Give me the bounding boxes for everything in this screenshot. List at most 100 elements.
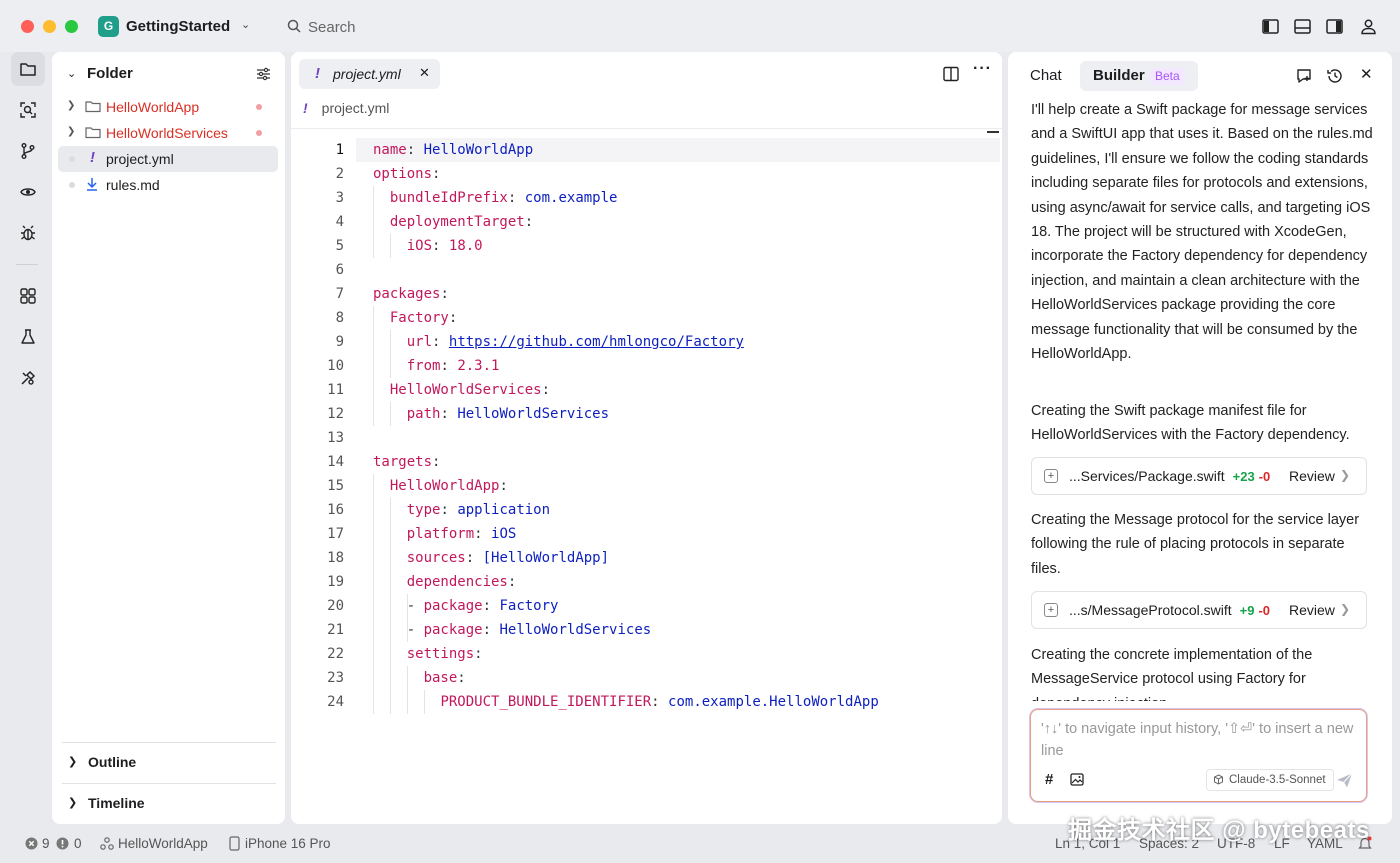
review-button[interactable]: Review	[1289, 468, 1335, 484]
warning-count[interactable]: 0	[74, 836, 82, 851]
toggle-bottom-panel-icon[interactable]	[1294, 18, 1311, 35]
code-text: type: application	[406, 502, 551, 518]
testing-button[interactable]	[11, 320, 45, 354]
editor-panel: ! project.yml ✕ ··· ! project.yml 1 name: …	[291, 52, 1002, 824]
tree-item-project-yml[interactable]: ! project.yml	[58, 146, 278, 172]
hash-context-icon[interactable]: #	[1045, 771, 1053, 788]
code-text: from: 2.3.1	[406, 358, 500, 374]
code-line[interactable]: 10 from: 2.3.1	[291, 354, 1002, 378]
chevron-down-icon[interactable]: ⌄	[241, 18, 250, 31]
expand-icon[interactable]: +	[1044, 469, 1058, 483]
line-number: 19	[327, 574, 344, 590]
code-line[interactable]: 24 PRODUCT_BUNDLE_IDENTIFIER: com.exampl…	[291, 690, 1002, 714]
search-view-button[interactable]	[11, 93, 45, 127]
new-chat-icon[interactable]	[1295, 67, 1313, 85]
device-name[interactable]: iPhone 16 Pro	[245, 836, 331, 851]
image-attach-icon[interactable]	[1070, 773, 1084, 786]
expand-icon[interactable]: +	[1044, 603, 1058, 617]
code-line[interactable]: 19 dependencies:	[291, 570, 1002, 594]
close-window-button[interactable]	[21, 20, 34, 33]
minimize-window-button[interactable]	[43, 20, 56, 33]
chat-input[interactable]: '↑↓' to navigate input history, '⇧⏎' to …	[1030, 709, 1367, 802]
source-control-button[interactable]	[11, 134, 45, 168]
model-selector[interactable]: Claude-3.5-Sonnet	[1206, 769, 1334, 791]
tab-builder-label: Builder	[1093, 67, 1145, 84]
code-line[interactable]: 5 iOS: 18.0	[291, 234, 1002, 258]
code-line[interactable]: 11 HelloWorldServices:	[291, 378, 1002, 402]
yaml-key: type	[406, 502, 441, 518]
code-line[interactable]: 16 type: application	[291, 498, 1002, 522]
timeline-section[interactable]: ❯ Timeline	[62, 783, 276, 823]
scheme-name[interactable]: HelloWorldApp	[118, 836, 208, 851]
chevron-right-icon: ❯	[1340, 468, 1351, 482]
code-text: packages:	[373, 286, 449, 302]
explorer-header[interactable]: Folder	[87, 65, 133, 82]
search-field[interactable]: Search	[308, 19, 356, 36]
file-diff-card[interactable]: + ...Services/Package.swift +23 -0 Review …	[1031, 457, 1367, 495]
tree-item-helloworldservices[interactable]: ❯ HelloWorldServices	[58, 120, 278, 146]
code-line[interactable]: 18 sources: [HelloWorldApp]	[291, 546, 1002, 570]
code-line[interactable]: 23 base:	[291, 666, 1002, 690]
explorer-panel: ⌄ Folder ❯ HelloWorldApp ❯ HelloWorldSer…	[52, 52, 285, 824]
breadcrumb: ! project.yml	[303, 100, 389, 116]
code-area[interactable]: 1 name: HelloWorldApp 2 options: 3 bundleIdP…	[291, 138, 1002, 714]
outline-section[interactable]: ❯ Outline	[62, 742, 276, 782]
extensions-button[interactable]	[11, 279, 45, 313]
chat-message: Creating the Message protocol for the se…	[1031, 512, 1360, 577]
code-line[interactable]: 15 HelloWorldApp:	[291, 474, 1002, 498]
code-line[interactable]: 20 - package: Factory	[291, 594, 1002, 618]
code-line[interactable]: 2 options:	[291, 162, 1002, 186]
code-line[interactable]: 13	[291, 426, 1002, 450]
cube-icon	[1214, 774, 1223, 785]
code-line[interactable]: 9 url: https://github.com/hmlongco/Facto…	[291, 330, 1002, 354]
code-line[interactable]: 4 deploymentTarget:	[291, 210, 1002, 234]
tools-button[interactable]	[11, 361, 45, 395]
close-icon[interactable]: ✕	[1360, 65, 1373, 83]
line-number: 17	[327, 526, 344, 542]
code-line[interactable]: 8 Factory:	[291, 306, 1002, 330]
yaml-key: options	[373, 166, 433, 182]
bug-icon	[21, 225, 35, 241]
code-line[interactable]: 1 name: HelloWorldApp	[291, 138, 1002, 162]
yaml-key: platform	[406, 526, 475, 542]
code-line[interactable]: 3 bundleIdPrefix: com.example	[291, 186, 1002, 210]
debug-button[interactable]	[11, 216, 45, 250]
project-name[interactable]: GettingStarted	[126, 18, 230, 35]
breadcrumb-item[interactable]: project.yml	[322, 100, 390, 116]
code-line[interactable]: 7 packages:	[291, 282, 1002, 306]
code-line[interactable]: 17 platform: iOS	[291, 522, 1002, 546]
tree-item-rules-md[interactable]: rules.md	[58, 172, 278, 198]
tab-chat[interactable]: Chat	[1030, 61, 1062, 91]
project-icon[interactable]: G	[98, 16, 119, 37]
chat-input-placeholder[interactable]: '↑↓' to navigate input history, '⇧⏎' to …	[1041, 718, 1359, 762]
code-line[interactable]: 14 targets:	[291, 450, 1002, 474]
account-icon[interactable]	[1360, 18, 1377, 35]
history-icon[interactable]	[1326, 67, 1344, 85]
scrollbar-marker[interactable]	[987, 131, 999, 133]
filter-settings-icon[interactable]	[256, 67, 271, 81]
tab-project-yml[interactable]: ! project.yml ✕	[299, 59, 440, 89]
file-diff-card[interactable]: + ...s/MessageProtocol.swift +9 -0 Review …	[1031, 591, 1367, 629]
lines-added: +9	[1239, 603, 1255, 618]
toggle-left-sidebar-icon[interactable]	[1262, 18, 1279, 35]
tree-item-helloworldapp[interactable]: ❯ HelloWorldApp	[58, 94, 278, 120]
yaml-url-link[interactable]: https://github.com/hmlongco/Factory	[449, 334, 744, 350]
send-icon[interactable]	[1336, 772, 1354, 789]
zoom-window-button[interactable]	[65, 20, 78, 33]
tab-builder[interactable]: Builder Beta	[1080, 61, 1198, 91]
split-editor-icon[interactable]	[943, 66, 959, 82]
close-tab-icon[interactable]: ✕	[419, 65, 430, 81]
toggle-right-sidebar-icon[interactable]	[1326, 18, 1343, 35]
review-button[interactable]: Review	[1289, 602, 1335, 618]
preview-button[interactable]	[11, 175, 45, 209]
code-line[interactable]: 6	[291, 258, 1002, 282]
more-actions-icon[interactable]: ···	[973, 60, 992, 78]
explorer-button[interactable]	[11, 52, 45, 86]
code-line[interactable]: 22 settings:	[291, 642, 1002, 666]
code-line[interactable]: 21 - package: HelloWorldServices	[291, 618, 1002, 642]
error-count[interactable]: 9	[42, 836, 50, 851]
line-number: 8	[335, 310, 344, 326]
chevron-down-icon[interactable]: ⌄	[67, 67, 76, 80]
code-line[interactable]: 12 path: HelloWorldServices	[291, 402, 1002, 426]
error-icon	[25, 837, 38, 850]
